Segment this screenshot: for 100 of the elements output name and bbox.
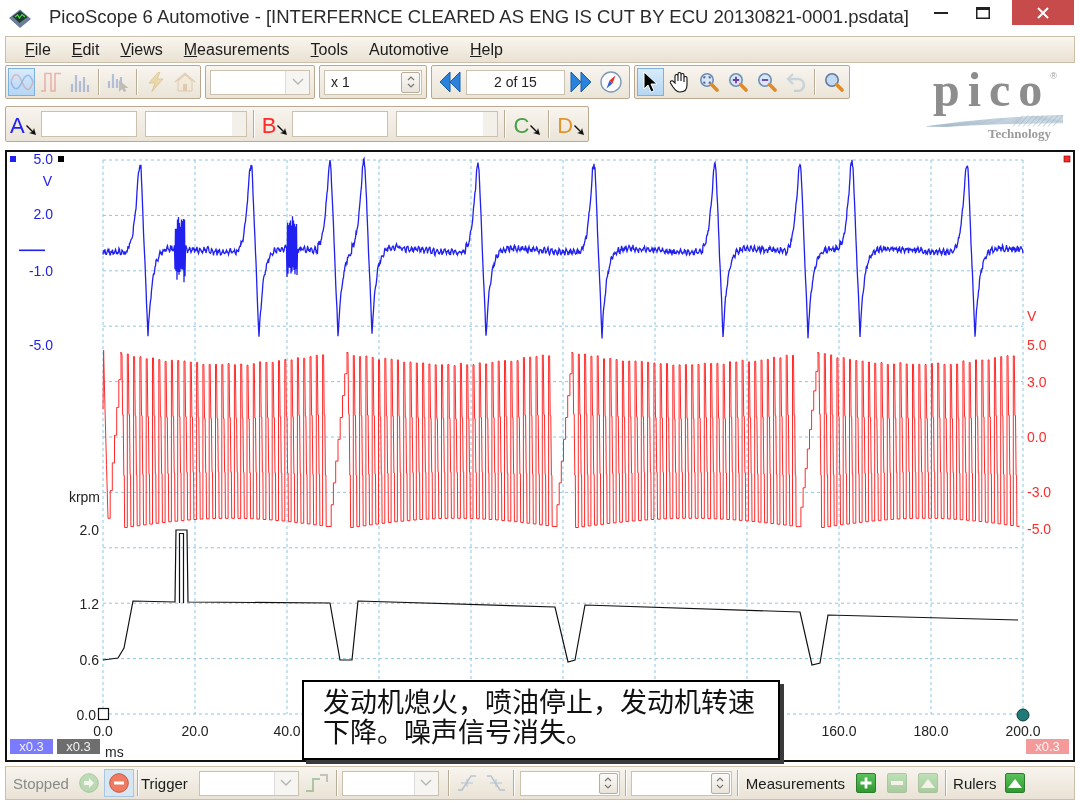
zoom-in-icon	[727, 72, 748, 92]
rising-edge-icon	[456, 773, 477, 793]
next-button[interactable]	[570, 71, 592, 93]
axis-label: 20.0	[181, 723, 209, 739]
falling-edge-icon	[485, 773, 506, 793]
up-down-arrows-icon	[715, 776, 726, 790]
input-field[interactable]	[40, 111, 137, 137]
compass-icon	[600, 71, 622, 93]
axis-label: 2.0	[33, 206, 53, 222]
up-down-arrows-icon	[603, 776, 614, 790]
hand-icon	[668, 71, 691, 93]
scale-badge: x0.3	[57, 739, 100, 754]
app-icon	[8, 7, 32, 29]
axis-label: 5.0	[1027, 337, 1047, 353]
home-icon	[173, 72, 196, 92]
logo-wordmark: pico	[933, 65, 1051, 115]
stop-icon	[108, 773, 129, 793]
axis-label: 0.6	[79, 652, 99, 668]
spin-field[interactable]	[519, 770, 620, 796]
close-button[interactable]	[1012, 0, 1074, 25]
dropdown-button[interactable]	[413, 771, 438, 795]
circle-handle-icon	[1016, 708, 1030, 722]
spinner[interactable]	[598, 772, 618, 794]
compass-button[interactable]	[600, 71, 622, 93]
square-marker-icon	[1063, 155, 1071, 163]
axis-label: 0.0	[93, 723, 113, 739]
scale-badge: x0.3	[10, 739, 53, 754]
scale-badge: x0.3	[1026, 739, 1069, 754]
axis-label: 1.2	[79, 596, 99, 612]
dropdown-field[interactable]	[198, 770, 299, 796]
dropdown-button[interactable]	[273, 771, 298, 795]
zoom-fit-icon	[698, 72, 719, 92]
undo-icon	[785, 72, 806, 92]
axis-label: -3.0	[1027, 484, 1052, 500]
bar-chart-icon	[68, 72, 91, 92]
wave-lines-icon	[925, 115, 1065, 127]
sine-wave-icon	[9, 72, 34, 92]
add-button[interactable]	[856, 773, 877, 793]
triangle-icon	[921, 778, 936, 788]
triangle-icon	[1008, 778, 1023, 788]
menu-item[interactable]: Help	[460, 37, 513, 62]
dropdown-field[interactable]	[341, 770, 439, 796]
run-status: Stopped	[13, 774, 69, 792]
menu-item[interactable]: Views	[110, 37, 173, 62]
chevron-down-icon	[280, 779, 293, 787]
toolbar-button[interactable]	[637, 68, 664, 96]
zero-level-marker	[19, 249, 45, 252]
bar-chart-pointer-icon	[106, 72, 129, 92]
axis-label: 40.0	[273, 723, 301, 739]
spin-field[interactable]	[630, 770, 732, 796]
chevron-down-icon	[420, 779, 433, 787]
axis-label: -5.0	[28, 337, 53, 353]
axis-label: 2.0	[79, 522, 99, 538]
logo-tagline: Technology	[987, 127, 1051, 141]
axis-unit: krpm	[68, 489, 100, 505]
minimize-icon	[934, 11, 948, 14]
double-left-arrow-icon	[439, 71, 461, 93]
menu-item[interactable]: Automotive	[358, 37, 459, 62]
axis-label: 3.0	[1027, 374, 1047, 390]
spinner[interactable]	[710, 772, 730, 794]
dropdown-field[interactable]	[396, 111, 499, 137]
maximize-icon	[976, 6, 990, 19]
menu-item[interactable]: Measurements	[173, 37, 300, 62]
menu-item[interactable]: Tools	[300, 37, 358, 62]
menu-item[interactable]: Edit	[61, 37, 110, 62]
arrow-circle-icon	[78, 773, 99, 793]
step-edge-icon	[304, 773, 329, 793]
arrow-up-button[interactable]	[1005, 773, 1026, 793]
registered-mark: ®	[1050, 71, 1057, 81]
chevron-down-icon	[291, 78, 304, 86]
pulse-icon	[39, 72, 62, 92]
zoom-field[interactable]: x 1	[324, 69, 422, 95]
pointer-arrow-icon	[574, 125, 585, 135]
channel-button[interactable]: A	[8, 109, 38, 139]
page-field[interactable]: 2 of 15	[466, 69, 565, 95]
rulers-label: Rulers	[953, 774, 997, 792]
axis-label: 200.0	[1005, 723, 1041, 739]
axis-label: 5.0	[33, 152, 53, 167]
axis-label: 0.0	[76, 707, 96, 723]
pointer-icon	[643, 71, 658, 93]
pointer-arrow-icon	[277, 125, 288, 135]
previous-button[interactable]	[439, 71, 461, 93]
pointer-arrow-icon	[530, 125, 541, 135]
measurements-label: Measurements	[745, 774, 846, 792]
axis-label: -5.0	[1027, 521, 1052, 537]
axis-unit: ms	[105, 744, 124, 760]
ruler-handle-icon	[97, 707, 110, 721]
menu-item[interactable]: File	[15, 37, 61, 62]
window-title: PicoScope 6 Automotive - [INTERFERNCE CLEARED AS ENG IS CUT BY ECU 20130821-0001.psdata]	[49, 6, 909, 28]
up-down-arrows-icon	[405, 75, 416, 89]
dropdown-field[interactable]	[144, 111, 247, 137]
spinner[interactable]	[401, 71, 420, 93]
dropdown-button[interactable]	[285, 70, 309, 94]
axis-label: 0.0	[1027, 429, 1047, 445]
plus-icon	[860, 777, 873, 789]
input-field[interactable]	[292, 111, 389, 137]
stop-button[interactable]	[103, 769, 134, 797]
minus-icon	[891, 781, 904, 785]
axis-label: 160.0	[821, 723, 857, 739]
magnifier-icon	[823, 72, 844, 92]
